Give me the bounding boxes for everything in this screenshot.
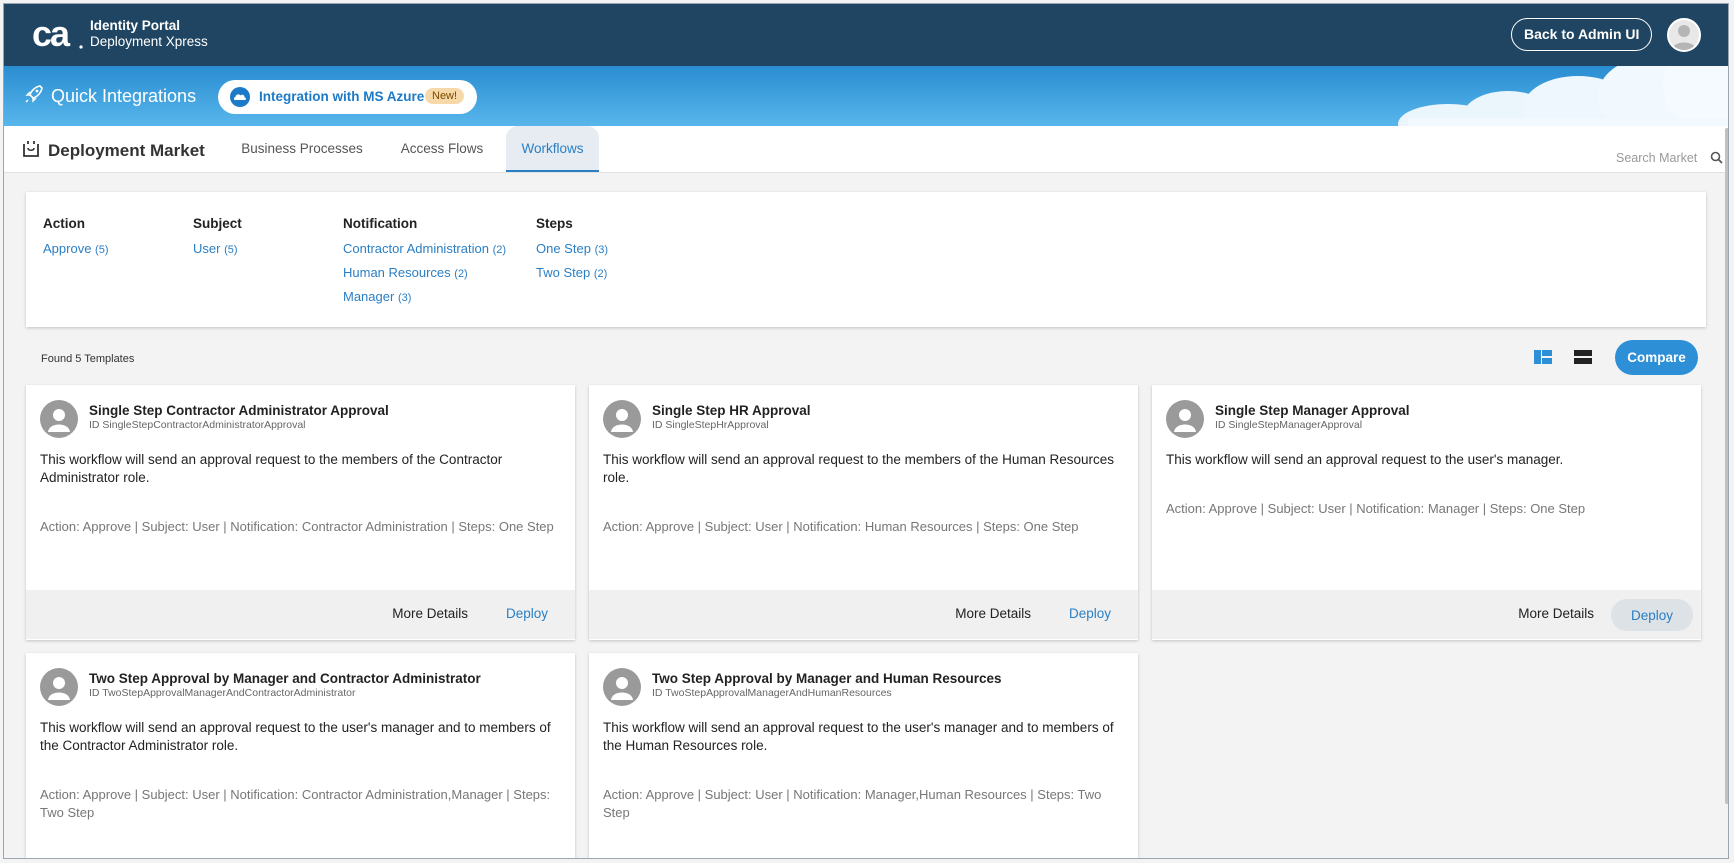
brand-title: Identity Portal: [90, 18, 181, 33]
search-input[interactable]: [1616, 148, 1704, 168]
deploy-button[interactable]: Deploy: [1069, 606, 1111, 621]
tab-workflows[interactable]: Workflows: [506, 126, 599, 172]
quick-integrations-title: Quick Integrations: [51, 86, 197, 106]
tab-business-processes[interactable]: Business Processes: [229, 126, 375, 172]
ca-logo: ca: [32, 16, 83, 52]
logo-text: ca: [32, 16, 71, 52]
template-tags: Action: Approve | Subject: User | Notifi…: [1166, 501, 1586, 516]
back-to-admin-button[interactable]: Back to Admin UI: [1511, 18, 1653, 51]
top-bar: ca Identity Portal Deployment Xpress Bac…: [4, 4, 1728, 66]
tab-access-flows[interactable]: Access Flows: [387, 126, 497, 172]
card-footer: More Details Deploy: [589, 590, 1138, 639]
template-tags: Action: Approve | Subject: User | Notifi…: [40, 787, 551, 820]
template-title: Single Step Manager Approval: [1215, 403, 1410, 418]
template-avatar-icon: [603, 400, 641, 438]
found-count: Found 5 Templates: [41, 353, 135, 365]
filter-action: Action Approve (5): [43, 216, 109, 265]
filter-heading: Steps: [536, 216, 573, 231]
filter-item-two-step[interactable]: Two Step (2): [536, 265, 608, 280]
template-description: This workflow will send an approval requ…: [1166, 452, 1564, 467]
template-id: ID SingleStepHrApproval: [652, 419, 769, 431]
template-card: Two Step Approval by Manager and Human R…: [589, 653, 1138, 858]
filter-heading: Subject: [193, 216, 242, 231]
more-details-button[interactable]: More Details: [955, 606, 1031, 621]
filter-item-manager[interactable]: Manager (3): [343, 289, 506, 304]
quick-integrations-banner: Quick Integrations Integration with MS A…: [4, 66, 1728, 126]
filter-item-approve[interactable]: Approve (5): [43, 241, 109, 256]
market-title: Deployment Market: [48, 141, 205, 160]
template-id: ID SingleStepContractorAdministratorAppr…: [89, 419, 306, 431]
search-icon[interactable]: [1710, 151, 1723, 164]
card-footer: More Details Deploy: [26, 590, 575, 639]
template-tags: Action: Approve | Subject: User | Notifi…: [603, 787, 1102, 820]
filter-item-one-step[interactable]: One Step (3): [536, 241, 608, 256]
template-title: Two Step Approval by Manager and Human R…: [652, 671, 1002, 686]
template-avatar-icon: [40, 668, 78, 706]
more-details-button[interactable]: More Details: [1518, 606, 1594, 621]
template-title: Single Step Contractor Administrator App…: [89, 403, 389, 418]
template-card: Single Step Contractor Administrator App…: [26, 385, 575, 640]
filter-subject: Subject User (5): [193, 216, 242, 265]
template-description: This workflow will send an approval requ…: [40, 720, 551, 753]
brand-subtitle: Deployment Xpress: [90, 34, 208, 49]
list-view-icon[interactable]: [1574, 349, 1592, 365]
template-card: Single Step HR Approval ID SingleStepHrA…: [589, 385, 1138, 640]
template-title: Single Step HR Approval: [652, 403, 811, 418]
deploy-button[interactable]: Deploy: [1611, 599, 1693, 631]
user-avatar-icon[interactable]: [1667, 18, 1701, 52]
template-card: Single Step Manager Approval ID SingleSt…: [1152, 385, 1701, 640]
market-icon: [23, 141, 39, 157]
market-tab-bar: Deployment Market Business Processes Acc…: [4, 126, 1728, 173]
template-description: This workflow will send an approval requ…: [603, 720, 1114, 753]
filter-item-contractor-administration[interactable]: Contractor Administration (2): [343, 241, 506, 256]
azure-integration-label: Integration with MS Azure: [259, 89, 425, 104]
filter-steps: Steps One Step (3) Two Step (2): [536, 216, 608, 289]
filter-notification: Notification Contractor Administration (…: [343, 216, 506, 313]
compare-button[interactable]: Compare: [1615, 340, 1698, 375]
azure-integration-button[interactable]: Integration with MS Azure New!: [218, 80, 477, 114]
template-description: This workflow will send an approval requ…: [603, 452, 1114, 485]
template-avatar-icon: [40, 400, 78, 438]
filter-panel: Action Approve (5) Subject User (5) Noti…: [26, 192, 1706, 327]
template-tags: Action: Approve | Subject: User | Notifi…: [40, 519, 554, 534]
card-footer: More Details Deploy: [1152, 590, 1701, 639]
grid-view-icon[interactable]: [1534, 349, 1552, 365]
filter-item-human-resources[interactable]: Human Resources (2): [343, 265, 506, 280]
template-tags: Action: Approve | Subject: User | Notifi…: [603, 519, 1079, 534]
app-window: ca Identity Portal Deployment Xpress Bac…: [3, 3, 1729, 859]
template-avatar-icon: [1166, 400, 1204, 438]
new-badge: New!: [425, 88, 465, 104]
filter-heading: Action: [43, 216, 85, 231]
more-details-button[interactable]: More Details: [392, 606, 468, 621]
template-description: This workflow will send an approval requ…: [40, 452, 503, 485]
filter-heading: Notification: [343, 216, 418, 231]
cloud-icon: [230, 87, 250, 107]
filter-item-user[interactable]: User (5): [193, 241, 242, 256]
brand: Identity Portal Deployment Xpress: [90, 18, 208, 50]
rocket-icon: [25, 85, 43, 103]
template-id: ID TwoStepApprovalManagerAndHumanResourc…: [652, 687, 892, 699]
template-id: ID SingleStepManagerApproval: [1215, 419, 1363, 431]
search-market: [1616, 148, 1724, 168]
deploy-button[interactable]: Deploy: [506, 606, 548, 621]
template-id: ID TwoStepApprovalManagerAndContractorAd…: [89, 687, 356, 699]
clouds-decoration: [1398, 66, 1728, 126]
template-card: Two Step Approval by Manager and Contrac…: [26, 653, 575, 858]
template-avatar-icon: [603, 668, 641, 706]
scrollbar[interactable]: [1725, 128, 1728, 804]
template-title: Two Step Approval by Manager and Contrac…: [89, 671, 481, 686]
